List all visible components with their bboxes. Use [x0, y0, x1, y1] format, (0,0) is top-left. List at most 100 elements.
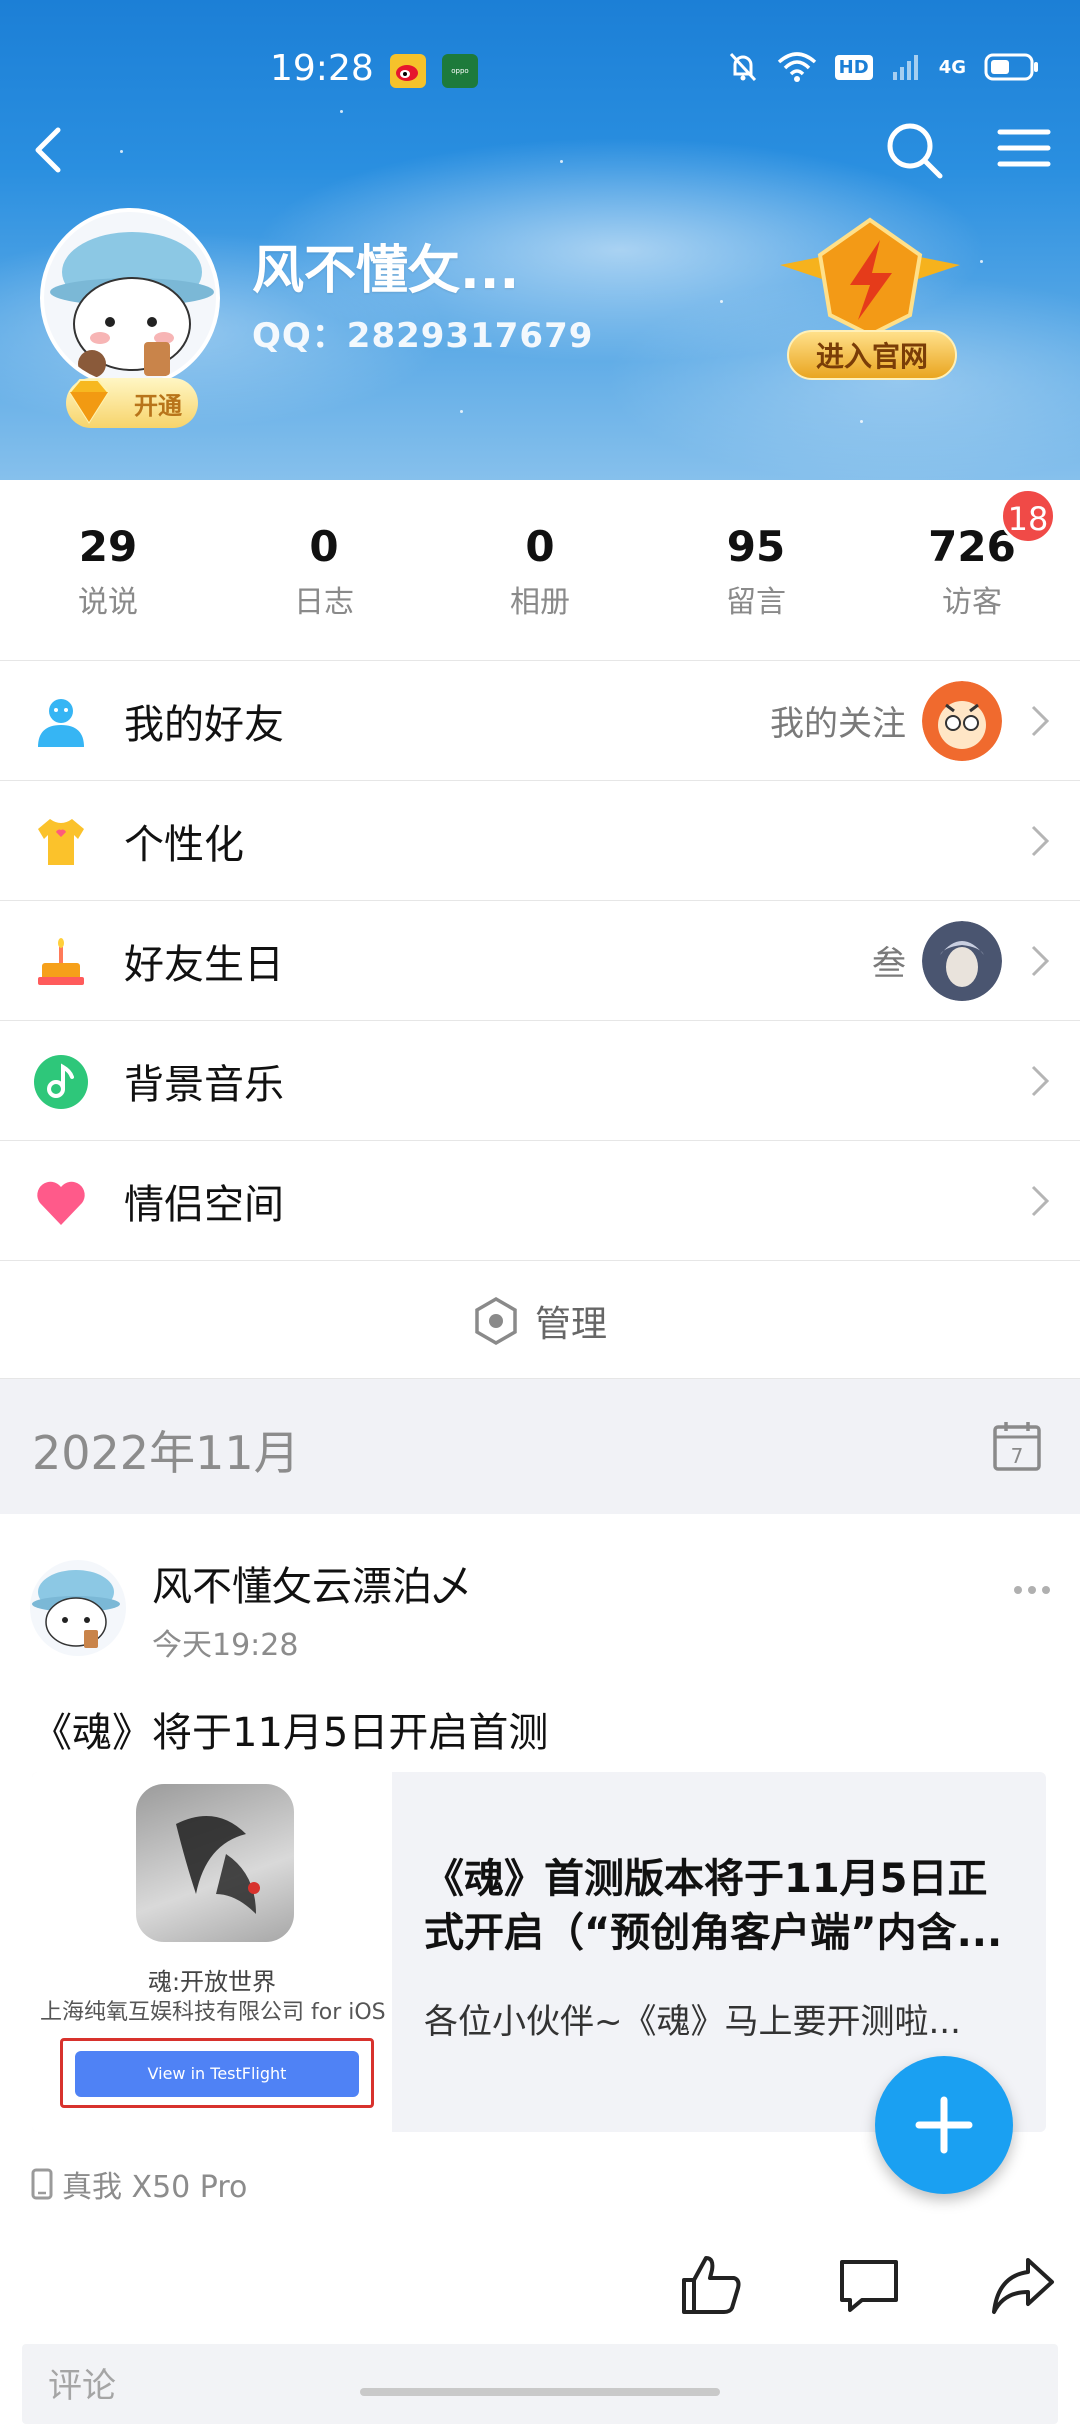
- post-actions: [0, 2234, 1080, 2344]
- menu-item-bg-music[interactable]: 背景音乐: [0, 1020, 1080, 1140]
- network-gen-label: 4G: [938, 56, 966, 78]
- stat-value: 0: [525, 522, 555, 571]
- profile-avatar[interactable]: [40, 208, 220, 388]
- music-note-icon: [34, 1055, 88, 1109]
- official-site-label[interactable]: 进入官网: [787, 330, 957, 380]
- card-app-name: 魂:开放世界: [147, 1968, 277, 1996]
- status-icons: HD 4G: [727, 50, 1040, 84]
- tiger-avatar-icon: [922, 681, 1002, 761]
- chevron-right-icon: [1031, 825, 1050, 857]
- chevron-right-icon: [1031, 1185, 1050, 1217]
- vip-label: 开通: [134, 391, 182, 420]
- chevron-right-icon: [1031, 705, 1050, 737]
- menu-button[interactable]: [994, 118, 1054, 178]
- calendar-button[interactable]: 7: [992, 1419, 1042, 1473]
- comment-bubble-icon[interactable]: [836, 2252, 902, 2318]
- profile-header: 19:28 oppo HD 4G 开通 风不懂攵... QQ：282931767…: [0, 0, 1080, 480]
- diamond-icon: [68, 379, 110, 424]
- more-options-icon[interactable]: [1010, 1582, 1054, 1598]
- hexagon-settings-icon: [475, 1296, 517, 1345]
- back-button[interactable]: [20, 120, 80, 180]
- calendar-icon: 7: [993, 1422, 1041, 1471]
- menu-item-label: 个性化: [124, 821, 244, 868]
- weibo-icon: [390, 54, 426, 88]
- stat-value: 29: [78, 522, 138, 571]
- post-author-avatar[interactable]: [30, 1560, 126, 1656]
- timeline-month-header: 2022年11月 7: [0, 1378, 1080, 1514]
- chevron-right-icon: [1031, 1065, 1050, 1097]
- card-title: 《魂》首测版本将于11月5日正式开启（“预创角客户端”内含...: [424, 1856, 1003, 1956]
- anime-avatar-icon: [922, 921, 1002, 1001]
- post-author-name[interactable]: 风不懂攵云漂泊乄: [152, 1554, 472, 1612]
- home-indicator[interactable]: [360, 2388, 720, 2396]
- my-follows-link[interactable]: 我的关注: [770, 696, 906, 745]
- stat-messages[interactable]: 95 留言: [648, 480, 864, 660]
- hd-icon: HD: [834, 54, 873, 80]
- friends-icon: [38, 699, 84, 747]
- vip-open-badge[interactable]: 开通: [66, 378, 198, 428]
- avatar-illustration: [50, 232, 214, 378]
- stat-value: 95: [726, 522, 786, 571]
- tshirt-icon: [38, 819, 84, 865]
- stats-bar: 29 说说 0 日志 0 相册 95 留言 726 访客 18: [0, 480, 1080, 660]
- search-button[interactable]: [880, 116, 950, 186]
- card-developer: 上海纯氧互娱科技有限公司 for iOS: [40, 2000, 386, 2025]
- stat-visitors[interactable]: 726 访客 18: [864, 480, 1080, 660]
- app-logo: [136, 1784, 294, 1942]
- manage-button[interactable]: 管理: [473, 1295, 607, 1347]
- compose-fab-button[interactable]: [875, 2056, 1013, 2194]
- star-decoration: [860, 420, 863, 423]
- feature-menu: 我的好友 我的关注 个性化 好友生日 叁 背景音乐 情侣空间 管理: [0, 660, 1080, 1380]
- testflight-button[interactable]: View in TestFlight: [75, 2051, 359, 2097]
- comment-input[interactable]: 评论: [22, 2344, 1058, 2424]
- star-decoration: [980, 260, 983, 263]
- search-icon: [887, 123, 943, 179]
- chevron-right-icon: [1031, 945, 1050, 977]
- post-timestamp: 今天19:28: [152, 1628, 299, 1663]
- birthday-friend-avatar: [922, 921, 1002, 1001]
- app-logo-glyph: [176, 1816, 260, 1914]
- status-time: 19:28: [270, 48, 374, 89]
- menu-item-friends[interactable]: 我的好友 我的关注: [0, 660, 1080, 780]
- manage-row[interactable]: 管理: [0, 1260, 1080, 1380]
- back-arrow-icon: [35, 127, 61, 173]
- menu-item-label: 情侣空间: [124, 1181, 284, 1228]
- card-thumbnail: 魂:开放世界 上海纯氧互娱科技有限公司 for iOS View in Test…: [32, 1772, 392, 2132]
- menu-item-label: 我的好友: [124, 701, 284, 748]
- birthday-friend-name: 叁: [872, 944, 906, 984]
- top-nav: [0, 110, 1080, 190]
- post-device: 真我 X50 Pro: [30, 2162, 247, 2206]
- testflight-highlight: View in TestFlight: [60, 2038, 374, 2108]
- calendar-day: 7: [1011, 1444, 1024, 1468]
- stat-label: 相册: [510, 585, 570, 620]
- plus-icon: [915, 2096, 973, 2154]
- stat-value: 0: [309, 522, 339, 571]
- stat-album[interactable]: 0 相册: [432, 480, 648, 660]
- star-decoration: [460, 410, 463, 413]
- profile-nickname: 风不懂攵...: [252, 241, 520, 301]
- device-name: 真我 X50 Pro: [62, 2170, 248, 2205]
- wifi-icon: [777, 52, 816, 82]
- month-label: 2022年11月: [32, 1426, 300, 1480]
- signal-icon: [892, 55, 918, 80]
- battery-icon: [984, 53, 1038, 81]
- avatar-illustration: [32, 1570, 120, 1648]
- star-decoration: [720, 300, 723, 303]
- card-description: 各位小伙伴~《魂》马上要开测啦...: [424, 2002, 961, 2042]
- menu-item-label: 背景音乐: [124, 1061, 284, 1108]
- menu-item-couple-space[interactable]: 情侣空间: [0, 1140, 1080, 1260]
- mute-bell-icon: [729, 52, 756, 82]
- share-arrow-icon[interactable]: [990, 2252, 1056, 2318]
- stat-shuoshuo[interactable]: 29 说说: [0, 480, 216, 660]
- follow-avatar: [922, 681, 1002, 761]
- menu-item-personalize[interactable]: 个性化: [0, 780, 1080, 900]
- manage-label: 管理: [534, 1303, 607, 1345]
- qq-number: QQ：2829317679: [252, 316, 594, 356]
- oppo-icon: oppo: [442, 54, 478, 88]
- menu-item-birthdays[interactable]: 好友生日 叁: [0, 900, 1080, 1020]
- stat-label: 访客: [942, 585, 1002, 620]
- lightning-wings-icon: [780, 217, 960, 338]
- like-thumb-icon[interactable]: [678, 2252, 744, 2318]
- stat-blog[interactable]: 0 日志: [216, 480, 432, 660]
- heart-icon: [37, 1181, 85, 1225]
